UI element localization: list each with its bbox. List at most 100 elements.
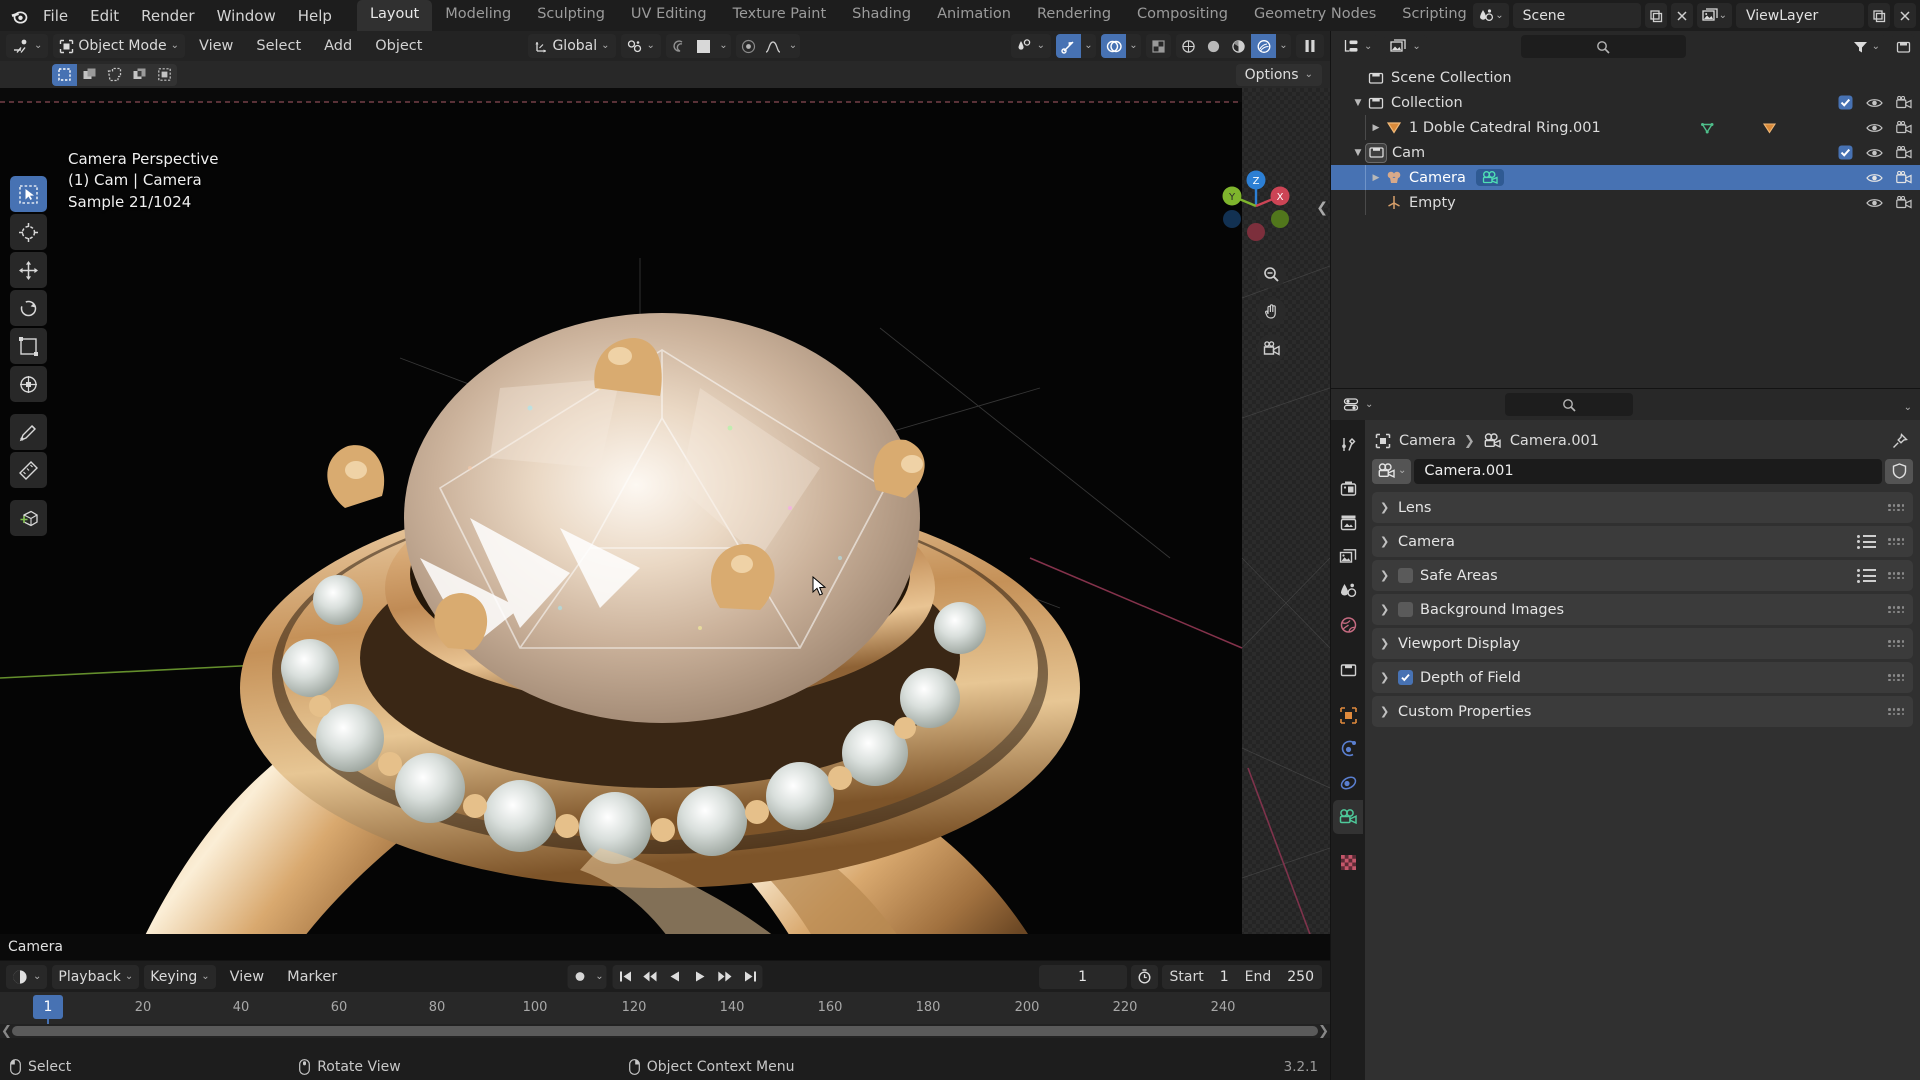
sidebar-collapse-icon[interactable]: ❮ [1316, 200, 1328, 216]
outliner-row-ring-object[interactable]: ▶ 1 Doble Catedral Ring.001 [1331, 115, 1920, 140]
add-cube-tool[interactable] [10, 500, 47, 536]
drag-grip-icon[interactable] [1888, 538, 1904, 545]
show-overlays-toggle[interactable] [1101, 34, 1126, 58]
menu-window[interactable]: Window [206, 4, 287, 28]
workspace-tab-texture-paint[interactable]: Texture Paint [720, 0, 840, 31]
proportional-chevron-icon[interactable]: ⌄ [716, 34, 731, 58]
properties-editor-type-button[interactable]: ⌄ [1337, 392, 1380, 417]
jump-to-prev-keyframe-button[interactable] [638, 965, 663, 989]
workspace-tab-shading[interactable]: Shading [839, 0, 924, 31]
properties-tab-physics[interactable] [1333, 766, 1363, 800]
panel-background-images[interactable]: ❯ Background Images [1372, 594, 1913, 625]
outliner-expand-icon[interactable]: ▶ [1369, 173, 1383, 183]
use-preview-range-button[interactable] [1130, 964, 1158, 989]
checkbox-exclude-collection[interactable] [1838, 145, 1853, 160]
falloff-curve-icon[interactable] [761, 34, 786, 58]
visibility-dropdown[interactable]: ⌄ [1010, 34, 1051, 58]
properties-tab-texture[interactable] [1333, 845, 1363, 879]
overlays-chevron-icon[interactable]: ⌄ [1126, 34, 1141, 58]
disable-in-renders-icon[interactable] [1896, 96, 1912, 109]
scale-tool[interactable] [10, 328, 47, 364]
outliner-row-collection[interactable]: ▼ Collection [1331, 90, 1920, 115]
new-viewlayer-icon[interactable] [1868, 3, 1890, 28]
timeline-menu-view[interactable]: View [221, 967, 273, 987]
viewlayer-name-field[interactable]: ViewLayer [1736, 3, 1864, 28]
viewport-menu-add[interactable]: Add [315, 36, 361, 56]
properties-tab-view-layer[interactable] [1333, 540, 1363, 574]
viewport-menu-view[interactable]: View [190, 36, 242, 56]
menu-file[interactable]: File [32, 4, 79, 28]
viewlayer-browse-icon[interactable]: ⌄ [1696, 3, 1732, 28]
fake-user-shield-icon[interactable] [1885, 458, 1913, 484]
drag-grip-icon[interactable] [1888, 504, 1904, 511]
timeline-scroll-thumb[interactable] [12, 1026, 1318, 1036]
3d-viewport[interactable]: Camera Perspective (1) Cam | Camera Samp… [0, 88, 1330, 960]
playhead-indicator[interactable]: 1 [33, 995, 63, 1019]
play-reverse-button[interactable] [663, 965, 688, 989]
outliner-expand-icon[interactable]: ▶ [1369, 123, 1383, 133]
properties-tab-tool[interactable] [1333, 427, 1363, 461]
camera-view-icon[interactable] [1257, 334, 1286, 363]
editor-type-button[interactable]: ⌄ [6, 34, 49, 58]
outliner-row-camera-object[interactable]: ▶ Camera [1331, 165, 1920, 190]
snap-dropdown[interactable]: ⌄ [620, 34, 661, 58]
outliner-search-input[interactable] [1520, 35, 1686, 58]
falloff-sphere-icon[interactable] [736, 34, 761, 58]
rendered-shading-button[interactable] [1251, 34, 1276, 58]
annotate-tool[interactable] [10, 414, 47, 450]
workspace-tab-compositing[interactable]: Compositing [1124, 0, 1241, 31]
move-tool[interactable] [10, 252, 47, 288]
drag-grip-icon[interactable] [1888, 572, 1904, 579]
blender-logo-icon[interactable] [6, 3, 32, 29]
workspace-tab-scripting[interactable]: Scripting [1389, 0, 1479, 31]
zoom-icon[interactable] [1257, 260, 1286, 289]
new-scene-icon[interactable] [1644, 3, 1667, 28]
breadcrumb-object-label[interactable]: Camera [1399, 433, 1456, 449]
properties-search-input[interactable] [1505, 393, 1634, 416]
presets-list-icon[interactable] [1857, 568, 1876, 583]
properties-tab-scene[interactable] [1333, 574, 1363, 608]
browse-camera-data-button[interactable]: ⌄ [1372, 458, 1412, 484]
outliner-display-mode-dropdown[interactable]: ⌄ [1384, 34, 1427, 59]
material-preview-button[interactable] [1226, 34, 1251, 58]
timeline-editor-type-button[interactable]: ⌄ [6, 964, 48, 989]
hide-in-viewport-icon[interactable] [1866, 122, 1883, 134]
mesh-triangle-orange-icon[interactable] [1762, 121, 1777, 135]
panel-custom-properties[interactable]: ❯ Custom Properties [1372, 696, 1913, 727]
workspace-tab-uv-editing[interactable]: UV Editing [618, 0, 720, 31]
properties-tab-output[interactable] [1333, 506, 1363, 540]
outliner-row-cam-collection[interactable]: ▼ Cam [1331, 140, 1920, 165]
timeline-scroll-left-icon[interactable]: ❮ [1, 1024, 12, 1039]
jump-to-start-button[interactable] [613, 965, 638, 989]
disable-in-renders-icon[interactable] [1896, 121, 1912, 134]
properties-tab-world[interactable] [1333, 608, 1363, 642]
viewport-menu-object[interactable]: Object [366, 36, 431, 56]
cursor-tool[interactable] [10, 214, 47, 250]
panel-lens[interactable]: ❯ Lens [1372, 492, 1913, 523]
workspace-tab-modeling[interactable]: Modeling [432, 0, 524, 31]
timeline-horizontal-scrollbar[interactable]: ❮ ❯ [0, 1024, 1330, 1039]
toggle-xray-button[interactable] [1146, 34, 1171, 58]
hide-in-viewport-icon[interactable] [1866, 97, 1883, 109]
outliner-filter-button[interactable]: ⌄ [1846, 34, 1886, 59]
play-button[interactable] [688, 965, 713, 989]
extend-selection-button[interactable] [77, 64, 102, 86]
proportional-edit-toggle[interactable] [666, 34, 691, 58]
workspace-tab-animation[interactable]: Animation [924, 0, 1024, 31]
workspace-tab-sculpting[interactable]: Sculpting [524, 0, 618, 31]
auto-keying-toggle[interactable] [568, 965, 593, 989]
outliner-tree[interactable]: Scene Collection ▼ Collection ▶ 1 Doble … [1331, 62, 1920, 388]
camera-datablock-name-field[interactable]: Camera.001 [1414, 458, 1882, 484]
menu-render[interactable]: Render [130, 4, 205, 28]
subtract-selection-button[interactable] [102, 64, 127, 86]
tweak-tool[interactable] [10, 176, 47, 212]
outliner-expand-icon[interactable]: ▼ [1351, 148, 1365, 158]
drag-grip-icon[interactable] [1888, 708, 1904, 715]
workspace-tab-rendering[interactable]: Rendering [1024, 0, 1124, 31]
timeline-keying-dropdown[interactable]: Keying ⌄ [144, 964, 216, 989]
end-frame-value[interactable]: 250 [1279, 969, 1322, 985]
properties-tab-render[interactable] [1333, 472, 1363, 506]
pin-id-icon[interactable] [1892, 433, 1908, 449]
delete-scene-icon[interactable] [1670, 3, 1693, 28]
jump-to-next-keyframe-button[interactable] [713, 965, 738, 989]
